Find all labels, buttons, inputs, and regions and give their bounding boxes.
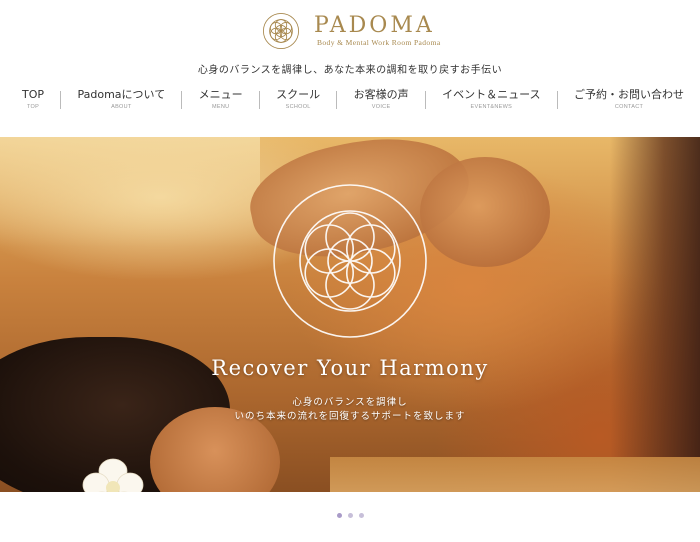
hero-text-line: いのち本来の流れを回復するサポートを致します: [234, 411, 466, 422]
brand-subtitle: Body & Mental Work Room Padoma: [317, 38, 441, 47]
nav-label: お客様の声: [353, 88, 409, 101]
nav-item-menu[interactable]: メニュー MENU: [197, 88, 245, 111]
nav-item-school[interactable]: スクール SCHOOL: [274, 88, 322, 111]
hero-text-line: 心身のバランスを調律し: [292, 397, 408, 408]
slider-dot[interactable]: [358, 513, 364, 518]
nav-sublabel: SCHOOL: [285, 104, 311, 110]
nav-divider: [556, 91, 558, 109]
nav-label: ご予約・お問い合わせ: [574, 88, 684, 101]
brand-name: PADOMA: [314, 13, 435, 38]
hero-hand: [420, 157, 550, 267]
nav-item-about[interactable]: Padomaについて ABOUT: [75, 88, 167, 111]
nav-sublabel: EVENT&NEWS: [470, 104, 513, 110]
nav-sublabel: CONTACT: [614, 104, 644, 110]
lotus-mandala-icon: [273, 184, 427, 338]
hero-towel-highlight: [0, 137, 260, 247]
nav-item-top[interactable]: TOP TOP: [20, 88, 46, 111]
nav-label: メニュー: [198, 88, 243, 101]
nav-label: Padomaについて: [77, 88, 166, 101]
nav-label: イベント＆ニュース: [442, 88, 541, 101]
hero-blanket: [610, 137, 700, 492]
hero-towel: [330, 457, 700, 492]
nav-divider: [336, 91, 338, 109]
slider-dot[interactable]: [347, 513, 353, 518]
nav-item-contact[interactable]: ご予約・お問い合わせ CONTACT: [572, 88, 686, 111]
nav-sublabel: VOICE: [371, 104, 391, 110]
slider-pagination: [0, 513, 700, 521]
flower-image: [82, 458, 144, 492]
site-logo[interactable]: PADOMA Body & Mental Work Room Padoma: [262, 12, 442, 52]
main-nav: TOP TOP Padomaについて ABOUT メニュー MENU スクール …: [20, 88, 686, 112]
nav-item-voice[interactable]: お客様の声 VOICE: [352, 88, 411, 111]
nav-divider: [181, 91, 183, 109]
nav-divider: [60, 91, 62, 109]
site-tagline: 心身のバランスを調律し、あなた本来の調和を取り戻すお手伝い: [197, 65, 503, 76]
nav-sublabel: MENU: [211, 104, 230, 110]
nav-sublabel: ABOUT: [111, 104, 132, 110]
hero-title: Recover Your Harmony: [211, 356, 489, 380]
nav-label: TOP: [22, 88, 45, 101]
nav-label: スクール: [276, 88, 321, 101]
slider-dot[interactable]: [336, 513, 342, 518]
nav-item-event-news[interactable]: イベント＆ニュース EVENT&NEWS: [440, 88, 542, 111]
lotus-logo-icon: [262, 12, 300, 50]
nav-divider: [424, 91, 426, 109]
nav-sublabel: TOP: [26, 104, 40, 110]
nav-divider: [258, 91, 260, 109]
